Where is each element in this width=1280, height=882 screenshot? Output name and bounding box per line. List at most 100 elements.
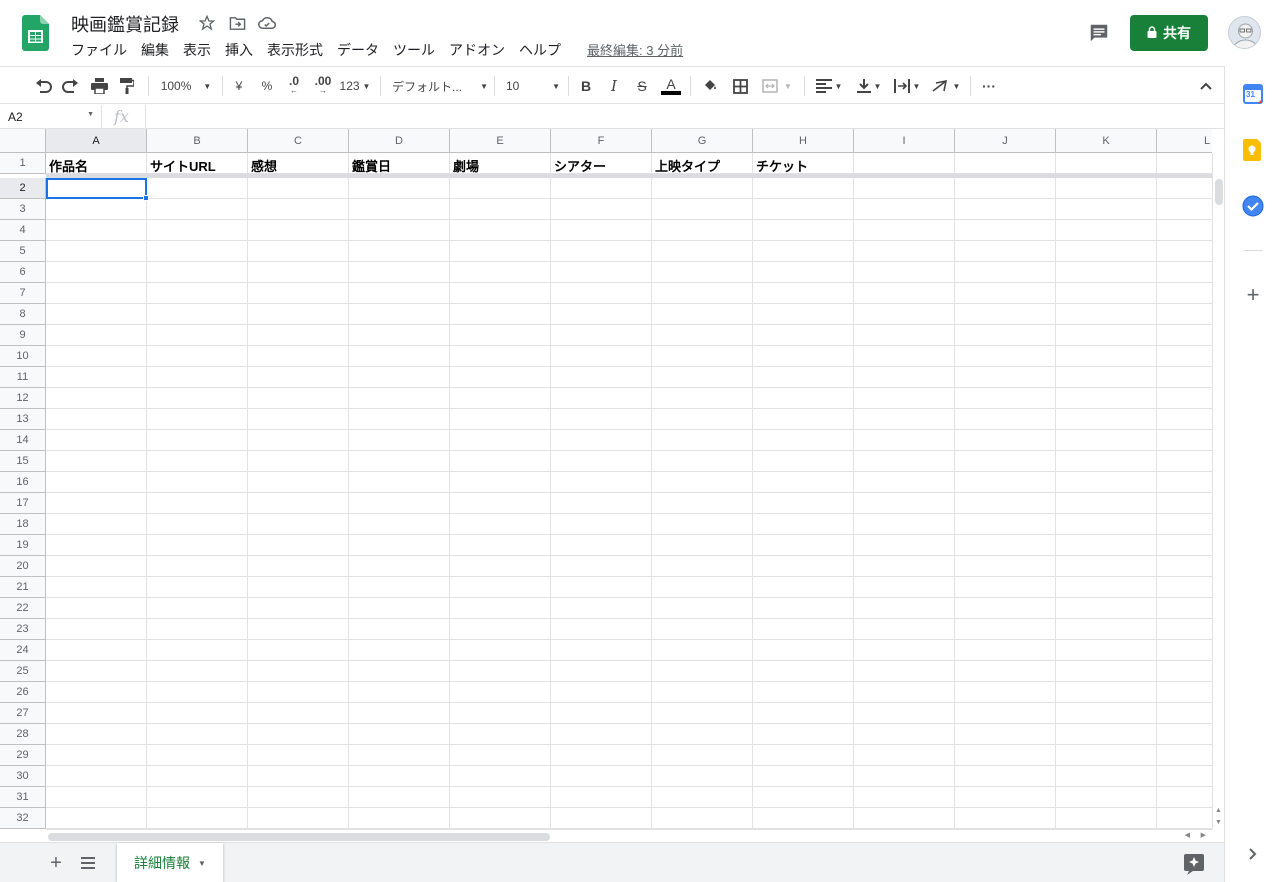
cell-h31[interactable] [753,787,854,808]
cell-d6[interactable] [349,262,450,283]
cell-e8[interactable] [450,304,551,325]
horizontal-scrollbar[interactable]: ◀ ▶ [46,829,1212,842]
cell-h3[interactable] [753,199,854,220]
cell-k28[interactable] [1056,724,1157,745]
cell-l2[interactable] [1157,178,1212,199]
cell-h12[interactable] [753,388,854,409]
cell-g21[interactable] [652,577,753,598]
cell-c3[interactable] [248,199,349,220]
cell-a1[interactable]: 作品名 [46,153,147,174]
row-header-1[interactable]: 1 [0,153,46,174]
cell-j23[interactable] [955,619,1056,640]
cell-i11[interactable] [854,367,955,388]
scroll-up-icon[interactable]: ▲ [1215,807,1222,814]
row-header-7[interactable]: 7 [0,283,46,304]
cell-h20[interactable] [753,556,854,577]
zoom-select[interactable]: 100% ▼ [156,67,216,105]
cell-g4[interactable] [652,220,753,241]
row-header-11[interactable]: 11 [0,367,46,388]
cell-k6[interactable] [1056,262,1157,283]
cell-l20[interactable] [1157,556,1212,577]
cell-f16[interactable] [551,472,652,493]
cell-i31[interactable] [854,787,955,808]
cell-f14[interactable] [551,430,652,451]
cell-i20[interactable] [854,556,955,577]
explore-icon[interactable] [1183,853,1205,875]
cell-e18[interactable] [450,514,551,535]
chevron-right-icon[interactable] [1241,842,1265,866]
cell-b32[interactable] [147,808,248,829]
borders-icon[interactable] [729,67,751,105]
cell-k12[interactable] [1056,388,1157,409]
cell-k5[interactable] [1056,241,1157,262]
cell-e28[interactable] [450,724,551,745]
row-header-10[interactable]: 10 [0,346,46,367]
cell-b18[interactable] [147,514,248,535]
row-header-29[interactable]: 29 [0,745,46,766]
cell-f25[interactable] [551,661,652,682]
cell-a23[interactable] [46,619,147,640]
menu-file[interactable]: ファイル [71,40,127,62]
cell-h16[interactable] [753,472,854,493]
cell-d9[interactable] [349,325,450,346]
cell-e23[interactable] [450,619,551,640]
cell-i7[interactable] [854,283,955,304]
cell-g18[interactable] [652,514,753,535]
cell-e7[interactable] [450,283,551,304]
cell-a10[interactable] [46,346,147,367]
cell-d18[interactable] [349,514,450,535]
cell-d5[interactable] [349,241,450,262]
cell-g6[interactable] [652,262,753,283]
cell-k1[interactable] [1056,153,1157,174]
cell-i13[interactable] [854,409,955,430]
cell-d30[interactable] [349,766,450,787]
cell-i15[interactable] [854,451,955,472]
cell-g15[interactable] [652,451,753,472]
star-icon[interactable] [198,14,216,32]
cell-f8[interactable] [551,304,652,325]
fill-color-icon[interactable] [699,67,721,105]
cell-e30[interactable] [450,766,551,787]
row-header-18[interactable]: 18 [0,514,46,535]
row-header-8[interactable]: 8 [0,304,46,325]
cell-b11[interactable] [147,367,248,388]
cell-a18[interactable] [46,514,147,535]
cell-g25[interactable] [652,661,753,682]
cell-h8[interactable] [753,304,854,325]
cell-k7[interactable] [1056,283,1157,304]
cell-f21[interactable] [551,577,652,598]
cell-g3[interactable] [652,199,753,220]
cell-i25[interactable] [854,661,955,682]
cell-j20[interactable] [955,556,1056,577]
cell-d1[interactable]: 鑑賞日 [349,153,450,174]
cell-j24[interactable] [955,640,1056,661]
row-header-23[interactable]: 23 [0,619,46,640]
cell-k13[interactable] [1056,409,1157,430]
cell-g11[interactable] [652,367,753,388]
cell-h25[interactable] [753,661,854,682]
cell-l3[interactable] [1157,199,1212,220]
cell-i9[interactable] [854,325,955,346]
cell-j30[interactable] [955,766,1056,787]
cell-e2[interactable] [450,178,551,199]
cell-f29[interactable] [551,745,652,766]
vertical-scrollbar[interactable]: ▲ ▼ [1212,153,1224,829]
cell-l7[interactable] [1157,283,1212,304]
select-all-corner[interactable] [0,129,46,153]
cell-g16[interactable] [652,472,753,493]
cell-i21[interactable] [854,577,955,598]
row-header-31[interactable]: 31 [0,787,46,808]
row-header-20[interactable]: 20 [0,556,46,577]
cell-l23[interactable] [1157,619,1212,640]
cell-l9[interactable] [1157,325,1212,346]
cell-a15[interactable] [46,451,147,472]
cell-j15[interactable] [955,451,1056,472]
cell-h14[interactable] [753,430,854,451]
cell-l11[interactable] [1157,367,1212,388]
all-sheets-icon[interactable] [78,853,98,873]
cell-a28[interactable] [46,724,147,745]
decrease-decimal-button[interactable]: .0 ← [283,67,305,105]
horizontal-align-icon[interactable]: ▼ [813,67,845,105]
cell-a31[interactable] [46,787,147,808]
row-header-9[interactable]: 9 [0,325,46,346]
